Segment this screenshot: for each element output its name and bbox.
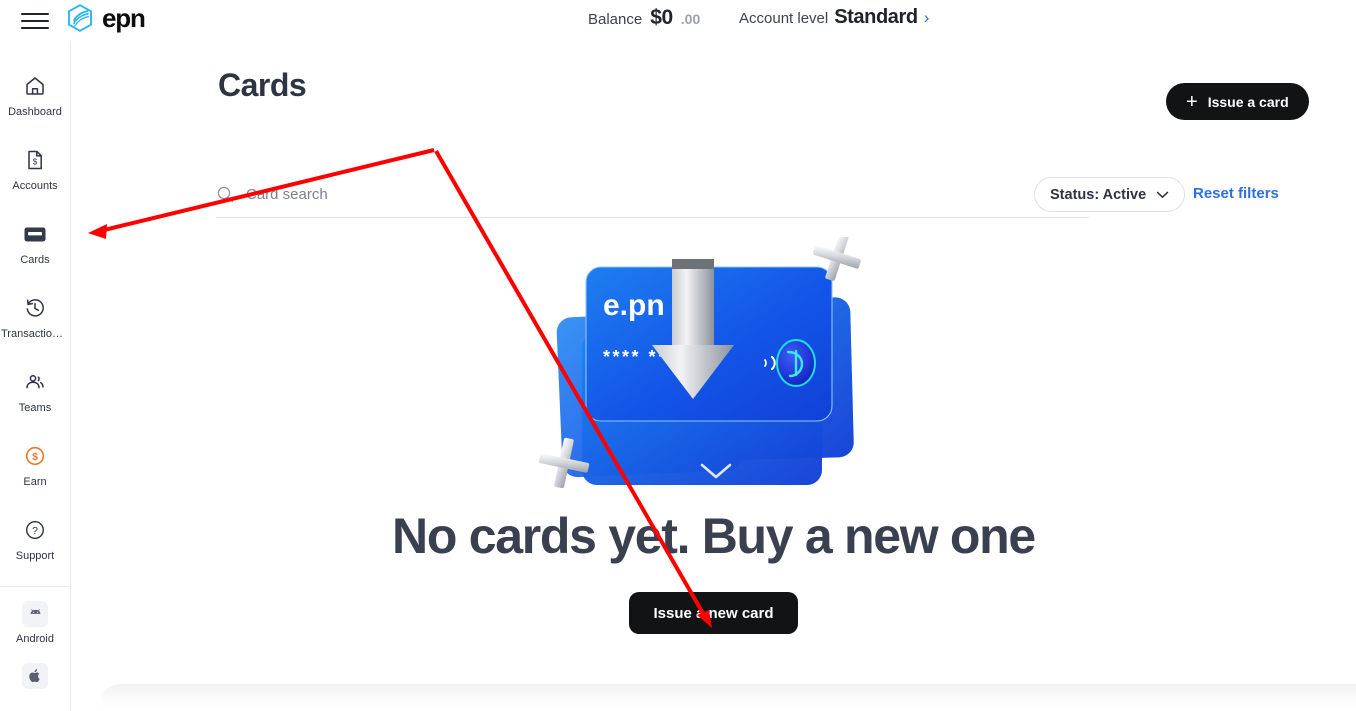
sidebar-item-label: Transaction ... [1, 327, 69, 340]
hamburger-line [21, 20, 49, 22]
sidebar-item-accounts[interactable]: $ Accounts [0, 132, 71, 206]
reset-filters-link[interactable]: Reset filters [1193, 185, 1279, 202]
sidebar-item-label: Earn [23, 475, 47, 488]
brand-logo[interactable]: epn [64, 2, 146, 34]
svg-text:$: $ [33, 157, 38, 166]
search-icon [217, 186, 234, 203]
bottom-panel [101, 684, 1356, 711]
filter-row: Status: Active Reset filters [71, 172, 1356, 222]
balance-display: Balance $0 .00 [588, 6, 700, 30]
sidebar-item-support[interactable]: ? Support [0, 502, 71, 576]
sidebar-item-cards[interactable]: Cards [0, 206, 71, 280]
sidebar-item-earn[interactable]: $ Earn [0, 428, 71, 502]
status-filter-label: Status: Active [1050, 186, 1147, 203]
app-root: epn Balance $0 .00 Account level Standar… [0, 0, 1356, 711]
brand-name: epn [102, 3, 146, 33]
top-bar: epn Balance $0 .00 Account level Standar… [0, 0, 1356, 42]
account-level-link[interactable]: Account level Standard › [739, 6, 929, 29]
empty-state: e.pn **** **** ** No cards yet. Buy a ne… [71, 233, 1356, 634]
sidebar-item-label: Android [16, 633, 54, 645]
chevron-right-icon: › [923, 8, 930, 27]
sidebar-item-label: Accounts [12, 179, 58, 192]
people-icon [22, 369, 48, 395]
dollar-circle-icon: $ [22, 443, 48, 469]
history-clock-icon [22, 295, 48, 321]
sidebar-item-teams[interactable]: Teams [0, 354, 71, 428]
epn-logo-icon [68, 4, 92, 32]
sidebar-item-label: Teams [18, 401, 52, 414]
android-icon [22, 601, 48, 627]
balance-amount: $0 [650, 6, 673, 29]
search-input[interactable] [246, 186, 1089, 203]
svg-text:$: $ [32, 451, 38, 463]
home-icon [22, 73, 48, 99]
sidebar-item-transaction-history[interactable]: Transaction ... [0, 280, 71, 354]
sidebar-item-label: Support [15, 549, 55, 562]
issue-a-new-card-button[interactable]: Issue a new card [629, 592, 798, 634]
apple-icon [22, 663, 48, 689]
hamburger-menu-icon[interactable] [21, 10, 49, 32]
svg-text:e.pn: e.pn [603, 289, 665, 322]
question-circle-icon: ? [22, 517, 48, 543]
account-level-label: Account level [739, 10, 829, 27]
hamburger-line [21, 27, 49, 29]
sidebar: Dashboard $ Accounts Cards Transaction .… [0, 42, 71, 711]
sidebar-item-label: Dashboard [8, 105, 62, 118]
svg-text:?: ? [32, 525, 38, 537]
sidebar-item-label: Cards [20, 253, 50, 266]
sidebar-item-apple[interactable] [0, 651, 71, 707]
page-title: Cards [218, 67, 307, 103]
status-filter-dropdown[interactable]: Status: Active [1034, 177, 1186, 212]
sidebar-item-dashboard[interactable]: Dashboard [0, 58, 71, 132]
card-search-field[interactable] [216, 172, 1089, 218]
plus-icon: + [1186, 90, 1198, 113]
document-dollar-icon: $ [22, 147, 48, 173]
sidebar-divider [0, 586, 71, 587]
sidebar-item-android[interactable]: Android [0, 595, 71, 651]
stacked-blue-cards-illustration: e.pn **** **** ** [534, 233, 894, 502]
balance-label: Balance [588, 11, 643, 28]
cards-illustration-svg: e.pn **** **** ** [538, 233, 861, 489]
issue-a-card-button[interactable]: + Issue a card [1166, 83, 1309, 120]
card-icon [22, 221, 48, 247]
issue-a-card-button-label: Issue a card [1207, 93, 1289, 110]
balance-cents: .00 [680, 11, 701, 27]
account-level-value: Standard [834, 6, 918, 28]
main-content: Cards + Issue a card Status: Active Rese… [71, 42, 1356, 711]
chevron-down-icon [1156, 191, 1169, 198]
hamburger-line [21, 13, 49, 15]
empty-state-title: No cards yet. Buy a new one [392, 508, 1036, 564]
